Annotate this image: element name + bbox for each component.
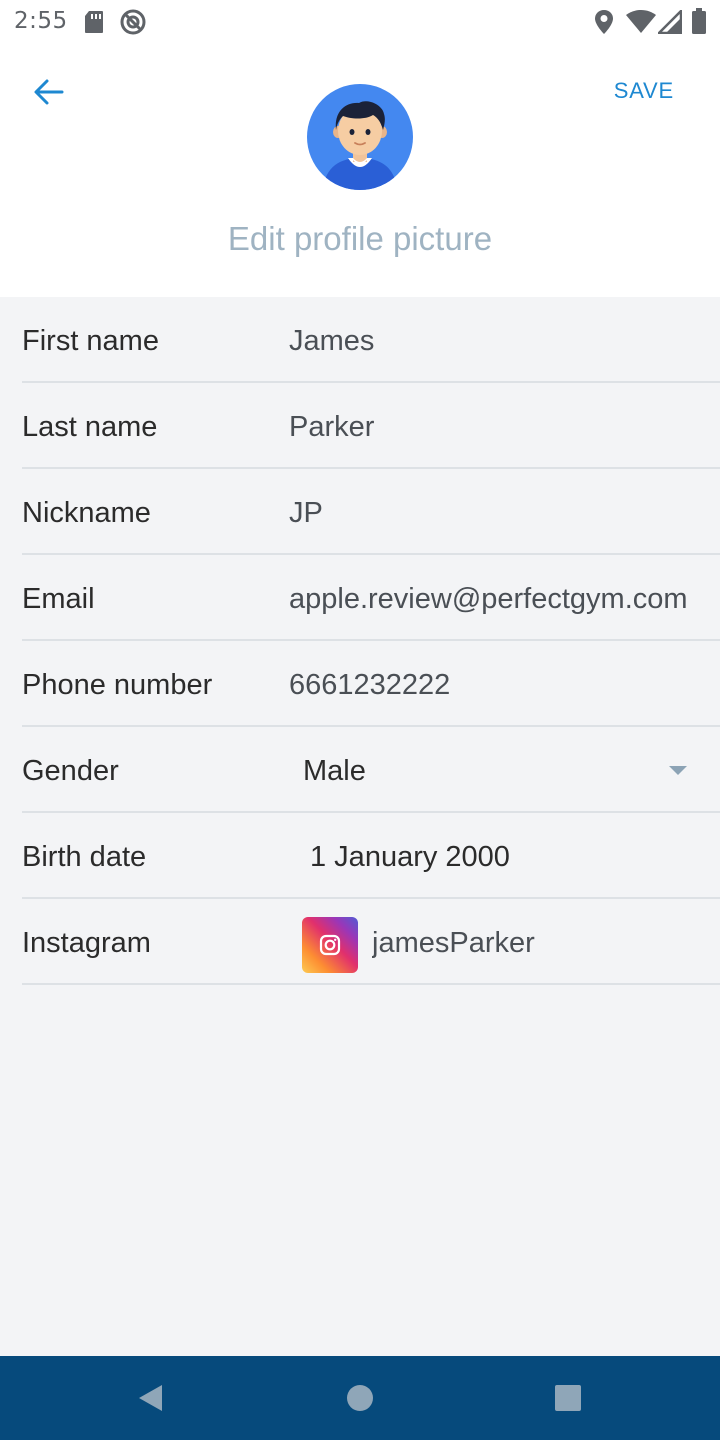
nickname-label: Nickname [22, 497, 151, 529]
first-name-label: First name [22, 325, 159, 357]
no-disturb-icon [119, 8, 147, 41]
birth-date-row[interactable]: Birth date 1 January 2000 [22, 813, 720, 899]
recents-nav-icon[interactable] [553, 1383, 583, 1413]
back-button[interactable] [26, 72, 74, 112]
edit-profile-screen: 2:55 SAVE Edit profile picture First nam… [0, 0, 720, 1440]
email-row[interactable]: Email apple.review@perfectgym.com [22, 555, 720, 641]
last-name-label: Last name [22, 411, 158, 443]
nickname-row[interactable]: Nickname JP [22, 469, 720, 555]
status-bar: 2:55 [0, 0, 720, 44]
email-label: Email [22, 583, 95, 615]
back-nav-icon[interactable] [136, 1383, 166, 1413]
first-name-row[interactable]: First name James [22, 297, 720, 383]
wifi-icon [626, 10, 656, 39]
signal-icon [655, 7, 683, 39]
profile-header: SAVE Edit profile picture [0, 44, 720, 297]
birth-date-label: Birth date [22, 841, 147, 873]
gender-select[interactable]: Male [303, 755, 714, 788]
birth-date-field[interactable]: 1 January 2000 [310, 841, 720, 874]
instagram-row[interactable]: Instagram jamesParker [22, 899, 720, 985]
status-time: 2:55 [14, 8, 68, 34]
first-name-field[interactable]: James [289, 325, 700, 358]
battery-icon [692, 8, 706, 39]
instagram-field[interactable]: jamesParker [372, 927, 720, 960]
last-name-field[interactable]: Parker [289, 411, 700, 444]
avatar[interactable] [307, 84, 413, 190]
system-nav-bar [0, 1356, 720, 1440]
nickname-field[interactable]: JP [289, 497, 700, 530]
gender-row[interactable]: Gender Male [22, 727, 720, 813]
user-avatar-icon [307, 84, 413, 190]
home-nav-icon[interactable] [345, 1383, 375, 1413]
chevron-down-icon[interactable] [669, 766, 687, 775]
profile-form: First name James Last name Parker Nickna… [0, 297, 720, 985]
sd-card-icon [84, 10, 104, 39]
instagram-label: Instagram [22, 927, 151, 959]
instagram-icon [302, 917, 358, 973]
phone-field[interactable]: 6661232222 [289, 669, 700, 702]
phone-label: Phone number [22, 669, 213, 701]
arrow-left-icon [34, 79, 64, 105]
location-icon [594, 9, 614, 40]
gender-label: Gender [22, 755, 119, 787]
email-field[interactable]: apple.review@perfectgym.com [289, 583, 700, 616]
phone-row[interactable]: Phone number 6661232222 [22, 641, 720, 727]
edit-profile-picture-link[interactable]: Edit profile picture [0, 220, 720, 258]
last-name-row[interactable]: Last name Parker [22, 383, 720, 469]
save-button[interactable]: SAVE [614, 78, 674, 104]
